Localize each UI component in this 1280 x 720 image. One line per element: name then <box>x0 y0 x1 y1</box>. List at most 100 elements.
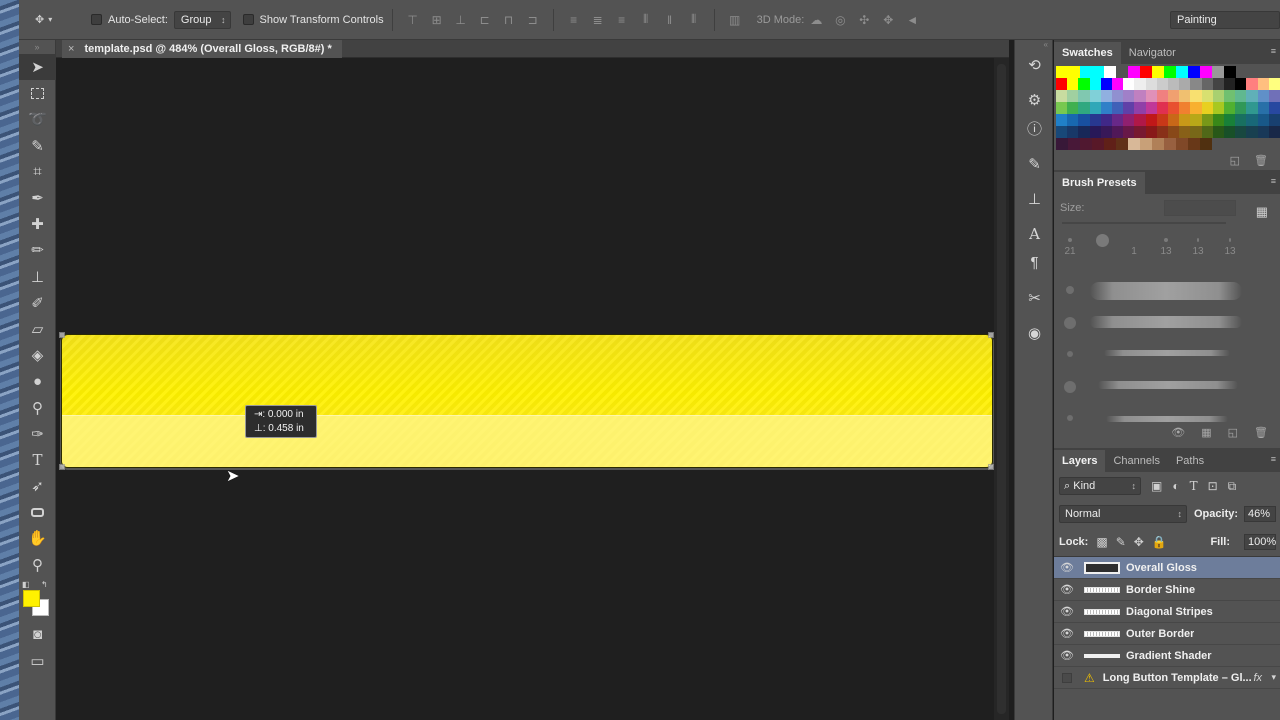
color-swatch[interactable] <box>1068 138 1080 150</box>
color-swatch[interactable] <box>1212 78 1225 90</box>
color-swatch[interactable] <box>1145 114 1157 126</box>
tab-layers[interactable]: Layers <box>1054 450 1106 472</box>
color-swatch[interactable] <box>1128 138 1140 150</box>
color-swatch[interactable] <box>1100 90 1113 102</box>
tool-presets-icon[interactable]: ✂ <box>1015 283 1054 312</box>
layer-effects-badge[interactable]: fx <box>1253 672 1262 684</box>
transform-handle-bottom-right[interactable] <box>988 464 994 470</box>
color-swatch[interactable] <box>1156 78 1169 90</box>
color-swatch[interactable] <box>1179 126 1191 138</box>
color-swatch[interactable] <box>1212 90 1225 102</box>
smart-object-filter-icon[interactable]: ⧉ <box>1228 479 1237 494</box>
lasso-tool[interactable]: ➰ <box>19 106 56 132</box>
color-swatch[interactable] <box>1134 90 1146 102</box>
color-swatch[interactable] <box>1200 66 1212 78</box>
zoom-tool[interactable]: ⚲ <box>19 552 56 578</box>
visibility-toggle[interactable] <box>1054 672 1080 683</box>
color-swatch[interactable] <box>1156 114 1169 126</box>
color-swatch[interactable] <box>1078 90 1090 102</box>
color-swatch[interactable] <box>1067 78 1079 90</box>
yellow-button-artwork[interactable] <box>62 335 992 467</box>
brush-preset-item[interactable] <box>1054 370 1280 402</box>
color-swatch[interactable] <box>1257 126 1269 138</box>
auto-align-icon[interactable]: ▥ <box>728 13 742 27</box>
eye-icon[interactable]: 👁 <box>1054 627 1080 640</box>
shape-tool[interactable] <box>19 499 56 525</box>
brush-size-field[interactable] <box>1164 200 1236 216</box>
color-swatch[interactable] <box>1179 78 1191 90</box>
tool-preset-picker[interactable]: ✥ ▾ <box>35 8 79 32</box>
move-tool[interactable]: ➤ <box>19 54 56 81</box>
slide-3d-icon[interactable]: ✥ <box>881 13 895 27</box>
color-swatch[interactable] <box>1190 90 1202 102</box>
color-swatch[interactable] <box>1123 78 1135 90</box>
tab-paths[interactable]: Paths <box>1168 450 1212 472</box>
workspace-switcher[interactable]: Painting <box>1170 11 1280 29</box>
clone-source-icon[interactable]: ⊥ <box>1015 184 1054 213</box>
color-swatch[interactable] <box>1140 66 1152 78</box>
brush-panel-toggle-icon[interactable]: ▦ <box>1256 204 1268 220</box>
color-swatch[interactable] <box>1134 126 1146 138</box>
roll-3d-icon[interactable]: ◎ <box>833 13 847 27</box>
color-swatch[interactable] <box>1123 90 1135 102</box>
color-swatch[interactable] <box>1212 114 1225 126</box>
auto-select-dropdown[interactable]: Group <box>173 10 231 29</box>
color-swatch[interactable] <box>1164 138 1176 150</box>
type-tool[interactable]: T <box>19 447 56 473</box>
color-swatch[interactable] <box>1056 114 1068 126</box>
layer-row[interactable]: 👁 Gradient Shader <box>1054 645 1280 667</box>
brush-panel-icon[interactable]: ✎ <box>1015 149 1054 178</box>
color-swatch[interactable] <box>1268 78 1280 90</box>
tab-brush-presets[interactable]: Brush Presets <box>1054 172 1145 194</box>
color-swatch[interactable] <box>1080 66 1092 78</box>
crop-tool[interactable]: ⌗ <box>19 159 56 185</box>
distribute-top-icon[interactable]: ≡ <box>567 13 581 27</box>
color-swatch[interactable] <box>1112 90 1124 102</box>
color-swatch[interactable] <box>1201 126 1213 138</box>
color-swatch[interactable] <box>1201 102 1213 114</box>
bucket-tool[interactable]: ◈ <box>19 342 56 368</box>
color-swatch[interactable] <box>1056 66 1068 78</box>
panel-menu-icon[interactable]: ≡ <box>1271 454 1276 464</box>
color-swatch[interactable] <box>1246 102 1258 114</box>
new-brush-icon[interactable]: ◱ <box>1228 426 1238 444</box>
color-swatch[interactable] <box>1089 102 1101 114</box>
layer-row[interactable]: 👁 Diagonal Stripes <box>1054 601 1280 623</box>
color-swatch[interactable] <box>1080 138 1092 150</box>
color-swatch[interactable] <box>1224 102 1236 114</box>
foreground-color-swatch[interactable] <box>23 589 40 607</box>
color-swatch[interactable] <box>1224 90 1236 102</box>
color-swatch[interactable] <box>1235 102 1247 114</box>
color-swatch[interactable] <box>1145 78 1157 90</box>
color-swatch[interactable] <box>1145 102 1157 114</box>
color-swatch[interactable] <box>1152 66 1164 78</box>
transform-handle-top-right[interactable] <box>988 332 994 338</box>
color-swatch[interactable] <box>1116 66 1128 78</box>
color-swatch[interactable] <box>1212 102 1225 114</box>
color-swatch[interactable] <box>1145 90 1157 102</box>
distribute-left-icon[interactable]: ⫴ <box>639 12 653 27</box>
color-swatch[interactable] <box>1168 78 1180 90</box>
color-swatch[interactable] <box>1246 78 1258 90</box>
lock-transparency-icon[interactable]: ▩ <box>1096 535 1107 549</box>
marquee-tool[interactable] <box>19 80 56 106</box>
layer-row[interactable]: 👁 Outer Border <box>1054 623 1280 645</box>
align-vcenter-icon[interactable]: ⊞ <box>430 13 444 27</box>
color-swatch[interactable] <box>1268 114 1280 126</box>
color-swatch[interactable] <box>1168 90 1180 102</box>
color-swatch[interactable] <box>1200 138 1212 150</box>
info-panel-icon[interactable]: ⓘ <box>1015 114 1054 143</box>
blend-mode-select[interactable]: Normal <box>1059 505 1187 523</box>
color-swatch[interactable] <box>1123 126 1135 138</box>
brush-panel-icon[interactable]: ▦ <box>1201 426 1211 444</box>
color-swatch[interactable] <box>1168 102 1180 114</box>
color-swatch[interactable] <box>1100 126 1113 138</box>
color-swatch[interactable] <box>1152 138 1164 150</box>
color-swatch[interactable] <box>1257 102 1269 114</box>
brush-tip[interactable]: 1 <box>1122 238 1146 257</box>
align-bottom-icon[interactable]: ⊥ <box>454 13 468 27</box>
color-swatch[interactable] <box>1067 102 1079 114</box>
layer-row[interactable]: 👁 Overall Gloss <box>1054 557 1280 579</box>
color-swatch[interactable] <box>1190 78 1202 90</box>
healing-tool[interactable]: ✚ <box>19 211 56 237</box>
